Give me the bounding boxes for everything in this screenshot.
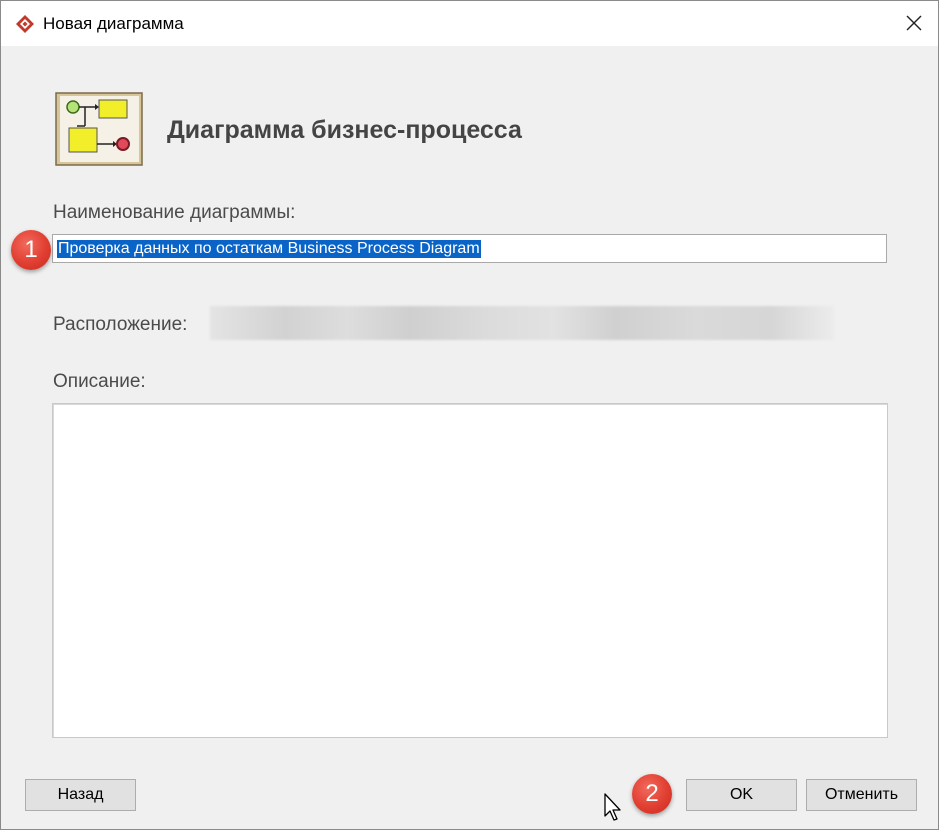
annotation-marker-1: 1 — [11, 230, 51, 270]
mouse-cursor-icon — [604, 793, 621, 821]
annotation-marker-2: 2 — [632, 774, 672, 814]
cancel-button[interactable]: Отменить — [806, 779, 917, 811]
diagram-name-input[interactable]: Проверка данных по остаткам Business Pro… — [52, 234, 887, 263]
location-label: Расположение: — [53, 314, 188, 335]
business-process-diagram-icon — [55, 92, 143, 166]
window-title: Новая диаграмма — [43, 14, 184, 33]
ok-button[interactable]: OK — [686, 779, 797, 811]
location-value-blurred — [210, 306, 834, 340]
description-textarea[interactable] — [52, 403, 888, 738]
new-diagram-dialog: Новая диаграмма Диаграмма бизнес-процесс… — [0, 0, 939, 830]
dialog-heading: Диаграмма бизнес-процесса — [167, 116, 522, 144]
diagram-name-value[interactable]: Проверка данных по остаткам Business Pro… — [57, 240, 481, 258]
close-icon[interactable] — [902, 11, 926, 35]
back-button[interactable]: Назад — [25, 779, 136, 811]
title-bar: Новая диаграмма — [1, 1, 938, 46]
diagram-name-label: Наименование диаграммы: — [53, 202, 296, 223]
app-logo-icon — [16, 15, 34, 33]
description-label: Описание: — [53, 371, 146, 392]
